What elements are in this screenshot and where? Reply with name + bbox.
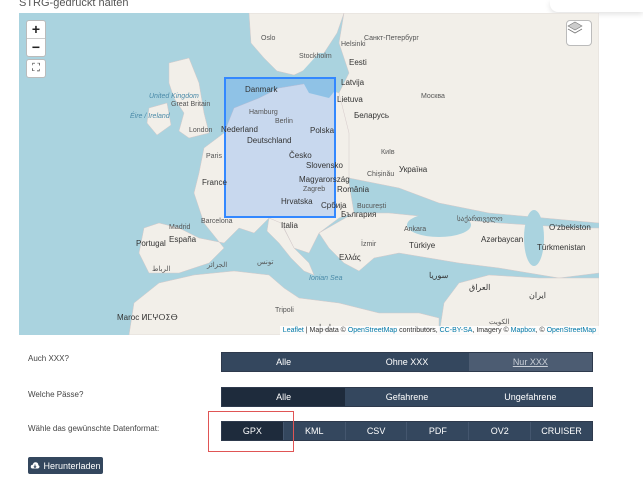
map-label: Беларусь (354, 111, 389, 120)
map-label: France (202, 178, 227, 187)
paesse-option-ungefahrene[interactable]: Ungefahrene (468, 388, 592, 406)
map-label: Maroc ⵍⵎⵖⵔⵉⴱ (117, 313, 178, 322)
mapbox-link[interactable]: Mapbox (511, 327, 536, 334)
format-question-label: Wähle das gewünschte Datenformat: (28, 424, 160, 433)
map-label: تونس (257, 259, 274, 266)
map-label: Barcelona (201, 218, 233, 225)
layers-icon[interactable] (566, 20, 592, 46)
zoom-control: + − (26, 20, 46, 57)
osm-link[interactable]: OpenStreetMap (348, 327, 397, 334)
map-label: საქართველო (457, 216, 503, 223)
selection-box[interactable] (224, 77, 336, 218)
zoom-out-button[interactable]: − (27, 38, 45, 56)
instruction-hint: STRG-gedrückt halten (19, 0, 129, 9)
xxx-option-alle[interactable]: Alle (222, 353, 346, 371)
map-label: London (189, 127, 213, 134)
map-label: Türkiye (409, 241, 436, 250)
map-label: Stockholm (299, 53, 332, 60)
attribution-text: , Imagery © (472, 327, 511, 334)
map-attribution: Leaflet | Map data © OpenStreetMap contr… (279, 326, 599, 335)
map-label: Lietuva (337, 95, 363, 104)
map-label: Berlin (275, 118, 293, 125)
map-label: Slovensko (306, 161, 343, 170)
map-label: Great Britain (171, 101, 211, 108)
map-label: España (169, 235, 197, 244)
xxx-toggle-group: Alle Ohne XXX Nur XXX (221, 352, 593, 372)
map-label: الرباط (152, 266, 171, 273)
map-label: Magyarország (299, 175, 350, 184)
map-label: Česko (289, 151, 312, 160)
map-label: Nederland (221, 125, 258, 134)
paesse-question-label: Welche Pässe? (28, 390, 84, 399)
map-label: România (337, 185, 370, 194)
map-label: United Kingdom (149, 93, 199, 100)
map-label: Санкт-Петербург (364, 35, 419, 42)
download-label: Herunterladen (43, 460, 101, 471)
map-label: Москва (421, 93, 445, 100)
map-label: سوريا (429, 271, 449, 280)
xxx-option-nur[interactable]: Nur XXX (468, 353, 592, 371)
attribution-text: contributors, (397, 327, 440, 334)
cloud-download-icon (31, 462, 40, 469)
map-label: İzmir (361, 241, 377, 248)
map-label: Eesti (349, 58, 367, 67)
map-label: Helsinki (341, 41, 366, 48)
map-label: ایران (529, 291, 546, 300)
map-label: Ankara (404, 226, 427, 233)
map-label: Latvija (341, 78, 365, 87)
osm-link-2[interactable]: OpenStreetMap (547, 327, 596, 334)
map-label: Ελλάς (339, 253, 361, 262)
map-label: Oʻzbekiston (549, 223, 591, 232)
map-label: București (357, 203, 387, 210)
map-label: Türkmenistan (537, 243, 586, 252)
map-view[interactable]: Oslo Stockholm Helsinki Санкт-Петербург … (19, 13, 599, 335)
map-label: Hrvatska (281, 197, 313, 206)
attribution-text: | Map data © (303, 327, 348, 334)
annotation-highlight-box (208, 411, 294, 452)
map-label: Madrid (169, 224, 191, 231)
map-label: Italia (281, 221, 298, 230)
paesse-option-gefahrene[interactable]: Gefahrene (345, 388, 469, 406)
download-button[interactable]: Herunterladen (28, 457, 103, 474)
fullscreen-icon[interactable]: ⛶ (26, 59, 46, 78)
map-label: Україна (399, 165, 428, 174)
attribution-text: , © (535, 327, 547, 334)
xxx-option-ohne[interactable]: Ohne XXX (345, 353, 469, 371)
map-label: Azərbaycan (481, 235, 524, 244)
map-label: Chișinău (367, 171, 395, 178)
map-label: Portugal (136, 239, 166, 248)
format-option-pdf[interactable]: PDF (407, 422, 470, 440)
map-label: Éire / Ireland (130, 113, 170, 120)
map-label: الكويت (489, 319, 510, 326)
format-option-ov2[interactable]: OV2 (469, 422, 532, 440)
map-label: الجزائر (207, 262, 228, 269)
map-label: Tripoli (275, 307, 294, 314)
leaflet-link[interactable]: Leaflet (283, 327, 304, 334)
map-label: Danmark (245, 85, 278, 94)
map-label: Paris (206, 153, 222, 160)
map-label: Ionian Sea (309, 275, 343, 282)
map-label: Київ (381, 149, 395, 156)
corner-card (550, 0, 643, 12)
map-label: Србија (321, 201, 347, 210)
paesse-toggle-group: Alle Gefahrene Ungefahrene (221, 387, 593, 407)
map-label: Zagreb (303, 186, 326, 193)
map-label: العراق (469, 283, 491, 292)
xxx-question-label: Auch XXX? (28, 354, 69, 363)
map-label: България (341, 210, 377, 219)
paesse-option-alle[interactable]: Alle (222, 388, 346, 406)
format-option-csv[interactable]: CSV (345, 422, 408, 440)
map-label: Oslo (261, 35, 276, 42)
map-label: Polska (310, 126, 335, 135)
map-label: Hamburg (249, 109, 278, 116)
map-label: Deutschland (247, 136, 292, 145)
ccbysa-link[interactable]: CC-BY-SA (440, 327, 473, 334)
format-option-cruiser[interactable]: CRUISER (531, 422, 592, 440)
zoom-in-button[interactable]: + (27, 21, 45, 38)
